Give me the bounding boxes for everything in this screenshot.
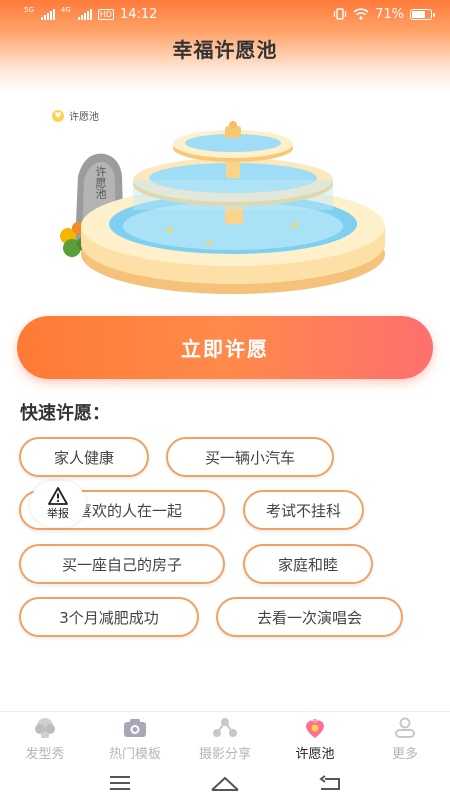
svg-text:★: ★: [165, 225, 174, 236]
battery-icon: [410, 8, 435, 20]
hd-icon: HD: [97, 8, 114, 20]
share-icon: [212, 717, 238, 739]
tab-label: 发型秀: [25, 747, 65, 762]
make-wish-button[interactable]: 立即许愿: [17, 316, 433, 379]
warning-icon: [48, 487, 68, 505]
tab-hot-templates[interactable]: 热门模板: [90, 712, 180, 765]
wifi-icon: [353, 8, 369, 20]
menu-nav-icon[interactable]: [109, 775, 131, 791]
status-bar: 5G 4G HD 14:12 71%: [0, 0, 450, 28]
back-nav-icon[interactable]: [318, 774, 341, 791]
tab-label: 热门模板: [108, 747, 161, 762]
svg-text:★: ★: [205, 239, 213, 249]
quick-wish-title: 快速许愿：: [20, 403, 110, 424]
quick-wish-chip[interactable]: 3个月减肥成功: [19, 597, 199, 637]
person-icon: [392, 717, 418, 739]
network-label-2: 4G: [60, 5, 71, 14]
network-label-1: 5G: [24, 5, 34, 14]
pool-tag-label: 许愿池: [69, 112, 99, 123]
tab-photo-share[interactable]: 摄影分享: [180, 712, 270, 765]
hairstyle-icon: [32, 717, 58, 739]
svg-text:★: ★: [290, 220, 299, 231]
signal-icon-2: [77, 8, 92, 20]
status-time: 14:12: [119, 6, 158, 22]
battery-fill: [412, 10, 425, 18]
tab-label: 许愿池: [295, 747, 335, 762]
quick-wish-chip[interactable]: 买一辆小汽车: [166, 437, 334, 477]
pool-tag: ♥ 许愿池: [52, 108, 99, 123]
heart-icon: ♥: [52, 109, 64, 122]
signal-icon: [40, 8, 55, 20]
stone-inscription: 许愿池: [94, 166, 108, 202]
tab-more[interactable]: 更多: [360, 712, 450, 765]
tab-hairstyle[interactable]: 发型秀: [0, 712, 90, 765]
stone-inscription-text: 许愿池: [94, 166, 107, 199]
quick-wish-chip[interactable]: 买一座自己的房子: [19, 544, 225, 584]
quick-wish-chip[interactable]: 考试不挂科: [243, 490, 364, 530]
vibrate-icon: [333, 8, 347, 20]
system-nav-bar: [0, 765, 450, 800]
tab-label: 更多: [391, 747, 418, 762]
status-left: 5G 4G HD 14:12: [24, 5, 158, 22]
home-nav-icon[interactable]: [210, 775, 240, 791]
report-button[interactable]: 举报: [30, 481, 86, 527]
bottom-tab-bar: 发型秀 热门模板 摄影分享 许愿池 更多: [0, 711, 450, 765]
report-label: 举报: [47, 507, 69, 520]
fountain-art: ★ ★ ★: [60, 121, 385, 294]
camera-icon: [122, 717, 148, 739]
quick-wish-chip[interactable]: 家人健康: [19, 437, 149, 477]
quick-wish-chip[interactable]: 去看一次演唱会: [216, 597, 403, 637]
quick-wish-chip[interactable]: 家庭和睦: [243, 544, 373, 584]
status-right: 71%: [333, 6, 435, 22]
page-title: 幸福许愿池: [172, 38, 278, 62]
wish-pool-icon: [302, 717, 328, 739]
tab-wish-pool[interactable]: 许愿池: [270, 712, 360, 765]
tab-label: 摄影分享: [198, 747, 251, 762]
fountain-illustration: ♥ 许愿池 ★ ★ ★ 许愿池: [0, 96, 450, 306]
battery-percent: 71%: [375, 6, 404, 22]
